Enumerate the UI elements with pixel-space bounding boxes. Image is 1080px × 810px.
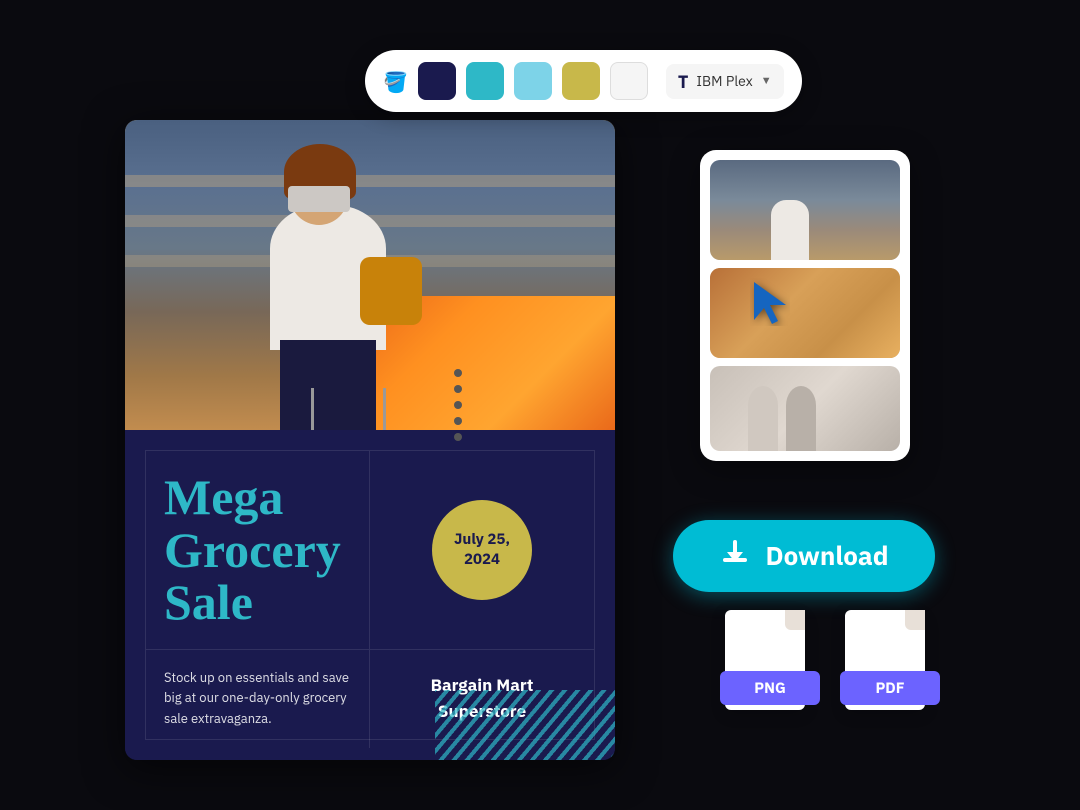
nav-dot-4 <box>454 417 462 425</box>
stripe-decoration <box>435 690 615 760</box>
paper-fold <box>785 610 805 630</box>
image-selector-panel <box>700 150 910 461</box>
poster-photo <box>125 120 615 440</box>
nav-dot-1 <box>454 369 462 377</box>
font-t-icon: T <box>678 70 689 93</box>
pdf-label: PDF <box>875 679 904 698</box>
paint-bucket-icon: 🪣 <box>383 68 408 95</box>
title-line3: Sale <box>164 574 253 630</box>
download-button[interactable]: Download <box>673 520 935 592</box>
download-label: Download <box>765 539 888 573</box>
color-toolbar: 🪣 T IBM Plex ▼ <box>365 50 802 112</box>
font-name-label: IBM Plex <box>696 72 752 90</box>
description-cell: Stock up on essentials and save big at o… <box>146 650 370 748</box>
image-thumb-1[interactable] <box>710 160 900 260</box>
date-cell: July 25,2024 <box>370 451 594 650</box>
poster-info-area: Mega Grocery Sale July 25,2024 Stock up … <box>125 430 615 760</box>
mask <box>288 186 350 212</box>
font-selector[interactable]: T IBM Plex ▼ <box>666 64 784 99</box>
poster-container: Mega Grocery Sale July 25,2024 Stock up … <box>125 120 615 760</box>
image-thumb-3[interactable] <box>710 366 900 451</box>
poster-title: Mega Grocery Sale <box>164 471 351 629</box>
nav-dot-5 <box>454 433 462 441</box>
png-label: PNG <box>754 679 786 698</box>
nav-dot-3 <box>454 401 462 409</box>
title-cell: Mega Grocery Sale <box>146 451 370 650</box>
img-persons-3 <box>748 386 816 451</box>
png-badge: PNG <box>720 671 820 705</box>
img-bg-2 <box>710 268 900 358</box>
nav-dots <box>454 369 462 441</box>
title-line2: Grocery <box>164 522 341 578</box>
image-thumb-2[interactable] <box>710 268 900 358</box>
pdf-badge: PDF <box>840 671 940 705</box>
img-person-1 <box>767 170 822 260</box>
cursor-arrow <box>750 278 790 331</box>
color-swatch-light-blue[interactable] <box>514 62 552 100</box>
png-file-icon[interactable]: PNG <box>725 610 815 720</box>
title-line1: Mega <box>164 469 283 525</box>
color-swatch-teal[interactable] <box>466 62 504 100</box>
nav-dot-2 <box>454 385 462 393</box>
download-icon <box>719 536 751 577</box>
shoulder-bag <box>360 257 422 325</box>
poster: Mega Grocery Sale July 25,2024 Stock up … <box>125 120 615 760</box>
main-container: 🪣 T IBM Plex ▼ <box>0 0 1080 810</box>
date-circle: July 25,2024 <box>432 500 532 600</box>
poster-description: Stock up on essentials and save big at o… <box>164 668 351 730</box>
color-swatch-dark-navy[interactable] <box>418 62 456 100</box>
paper-fold-2 <box>905 610 925 630</box>
color-swatch-white[interactable] <box>610 62 648 100</box>
pdf-file-icon[interactable]: PDF <box>845 610 935 720</box>
stripe-inner <box>435 690 615 760</box>
color-swatch-gold[interactable] <box>562 62 600 100</box>
file-icons-container: PNG PDF <box>725 610 935 720</box>
font-dropdown-icon: ▼ <box>761 74 772 88</box>
